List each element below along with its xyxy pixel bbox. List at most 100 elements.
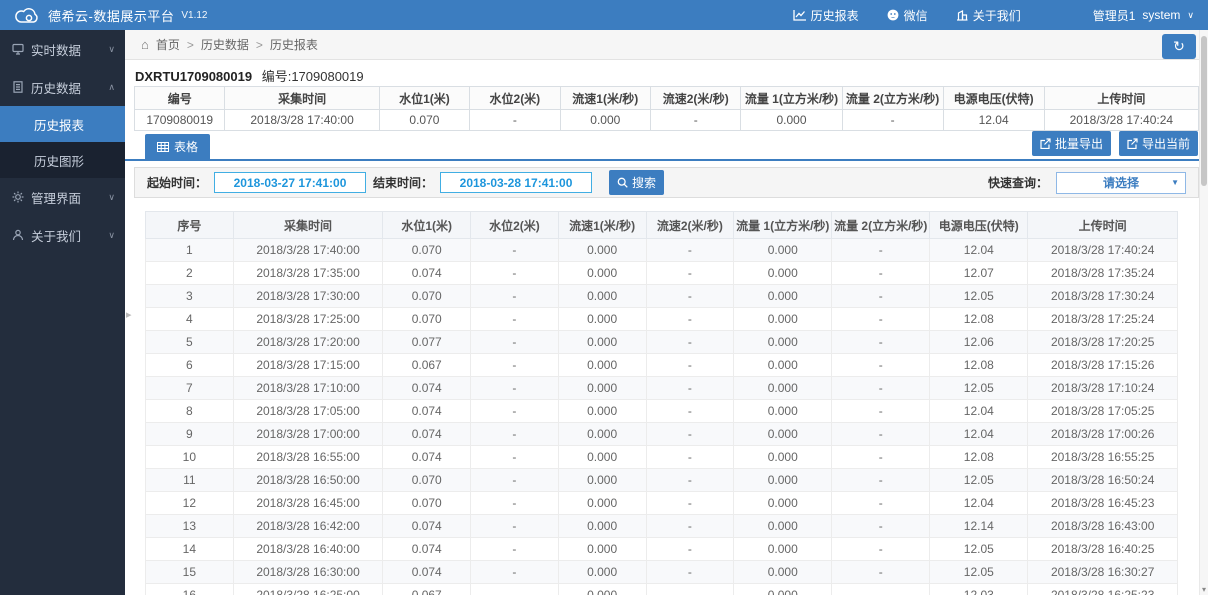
search-button[interactable]: 搜索 (609, 170, 664, 195)
table-cell: 0.070 (383, 239, 471, 262)
sidebar: 实时数据 ∨ 历史数据 ∧ 历史报表 历史图形 (0, 30, 125, 595)
app-version: V1.12 (181, 10, 207, 21)
table-cell: 4 (146, 308, 234, 331)
sidebar-item-label: 历史数据 (31, 78, 81, 97)
scrollbar-thumb[interactable] (1201, 36, 1207, 186)
sidebar-item-history-graph[interactable]: 历史图形 (0, 142, 125, 178)
sidebar-item-history-data[interactable]: 历史数据 ∧ (0, 68, 125, 106)
start-time-input[interactable] (214, 172, 366, 193)
column-header: 采集时间 (225, 87, 379, 110)
home-icon: ⌂ (141, 37, 149, 52)
table-cell: 0.000 (734, 331, 832, 354)
column-header: 流量 1(立方米/秒) (734, 212, 832, 239)
table-cell: - (471, 561, 559, 584)
table-cell: 12.05 (930, 469, 1028, 492)
column-header: 水位2(米) (471, 212, 559, 239)
export-current-button[interactable]: 导出当前 (1119, 131, 1198, 156)
table-cell: - (646, 423, 734, 446)
table-row: 142018/3/28 16:40:000.074-0.000-0.000-12… (146, 538, 1178, 561)
batch-export-button[interactable]: 批量导出 (1032, 131, 1111, 156)
table-cell: 0.000 (558, 561, 646, 584)
table-cell: 3 (146, 285, 234, 308)
export-buttons: 批量导出 导出当前 (1032, 131, 1198, 156)
nav-wechat[interactable]: 微信 (887, 7, 928, 24)
table-cell: - (646, 584, 734, 595)
table-cell: 2018/3/28 16:50:00 (233, 469, 383, 492)
column-header: 水位2(米) (470, 87, 560, 110)
table-cell: 2018/3/28 16:50:24 (1028, 469, 1178, 492)
column-header: 流量 2(立方米/秒) (832, 212, 930, 239)
table-cell: - (646, 377, 734, 400)
nav-history-report[interactable]: 历史报表 (793, 7, 859, 24)
device-title: DXRTU1709080019 编号:1709080019 (125, 60, 1208, 86)
device-name: DXRTU1709080019 (135, 69, 252, 84)
table-cell: 12.14 (930, 515, 1028, 538)
gear-icon (12, 191, 24, 203)
table-cell: 2018/3/28 16:30:00 (233, 561, 383, 584)
table-cell: 0.000 (734, 469, 832, 492)
nav-about-us[interactable]: 关于我们 (956, 7, 1021, 24)
breadcrumb-history-report[interactable]: 历史报表 (270, 36, 318, 53)
table-cell: - (646, 354, 734, 377)
table-cell: - (646, 262, 734, 285)
end-time-input[interactable] (440, 172, 592, 193)
tab-table-label: 表格 (174, 138, 198, 155)
table-cell: 12.05 (930, 538, 1028, 561)
table-cell: 2018/3/28 17:15:26 (1028, 354, 1178, 377)
sidebar-item-admin-ui[interactable]: 管理界面 ∨ (0, 178, 125, 216)
breadcrumb-separator: > (187, 38, 194, 52)
table-grid-icon (157, 142, 169, 152)
table-cell: 2018/3/28 17:10:00 (233, 377, 383, 400)
nav-history-report-label: 历史报表 (811, 7, 859, 24)
table-cell: 0.070 (383, 308, 471, 331)
table-cell: 12.08 (930, 354, 1028, 377)
table-cell: 12.05 (930, 561, 1028, 584)
table-cell: 2018/3/28 17:05:25 (1028, 400, 1178, 423)
table-cell: 0.000 (558, 377, 646, 400)
table-cell: 0.000 (558, 400, 646, 423)
table-cell: - (832, 377, 930, 400)
table-cell: 2018/3/28 16:42:00 (233, 515, 383, 538)
table-cell: - (832, 354, 930, 377)
column-header: 水位1(米) (383, 212, 471, 239)
table-cell: 0.000 (734, 400, 832, 423)
table-cell: 0.070 (383, 469, 471, 492)
table-cell: - (646, 538, 734, 561)
table-cell: 2018/3/28 17:25:00 (233, 308, 383, 331)
sidebar-item-about-us[interactable]: 关于我们 ∨ (0, 216, 125, 254)
table-cell: - (646, 285, 734, 308)
table-cell: 2018/3/28 17:35:24 (1028, 262, 1178, 285)
tab-table[interactable]: 表格 (145, 134, 210, 159)
chart-icon (793, 10, 806, 21)
refresh-button[interactable]: ↻ (1162, 34, 1196, 59)
table-cell: 2018/3/28 17:40:00 (233, 239, 383, 262)
table-cell: 2018/3/28 17:30:00 (233, 285, 383, 308)
table-cell: 12.04 (930, 239, 1028, 262)
quick-query-select[interactable]: 请选择 ▼ (1056, 172, 1186, 194)
table-cell: - (832, 331, 930, 354)
table-cell: 0.000 (741, 110, 842, 131)
vertical-scrollbar[interactable]: ▾ (1199, 30, 1208, 595)
sidebar-item-history-report[interactable]: 历史报表 (0, 106, 125, 142)
table-cell: 2018/3/28 17:35:00 (233, 262, 383, 285)
table-cell: 10 (146, 446, 234, 469)
user-menu[interactable]: 管理员1 system ∨ (1093, 7, 1194, 24)
table-row: 12018/3/28 17:40:000.070-0.000-0.000-12.… (146, 239, 1178, 262)
table-cell: 2018/3/28 16:30:27 (1028, 561, 1178, 584)
column-header: 流量 2(立方米/秒) (842, 87, 943, 110)
column-header: 流速2(米/秒) (646, 212, 734, 239)
breadcrumb-home[interactable]: 首页 (156, 36, 180, 53)
table-cell: 0.000 (558, 423, 646, 446)
column-header: 电源电压(伏特) (930, 212, 1028, 239)
table-cell: 0.070 (383, 492, 471, 515)
sidebar-item-realtime-data[interactable]: 实时数据 ∨ (0, 30, 125, 68)
table-cell: 0.067 (383, 584, 471, 595)
batch-export-label: 批量导出 (1055, 135, 1103, 152)
scrollbar-down-arrow-icon[interactable]: ▾ (1200, 585, 1208, 594)
table-cell: 0.000 (558, 331, 646, 354)
table-cell: - (832, 239, 930, 262)
breadcrumb-history-data[interactable]: 历史数据 (201, 36, 249, 53)
sidebar-collapse-handle[interactable]: ▸ (126, 308, 132, 321)
column-header: 流速1(米/秒) (558, 212, 646, 239)
column-header: 上传时间 (1044, 87, 1198, 110)
